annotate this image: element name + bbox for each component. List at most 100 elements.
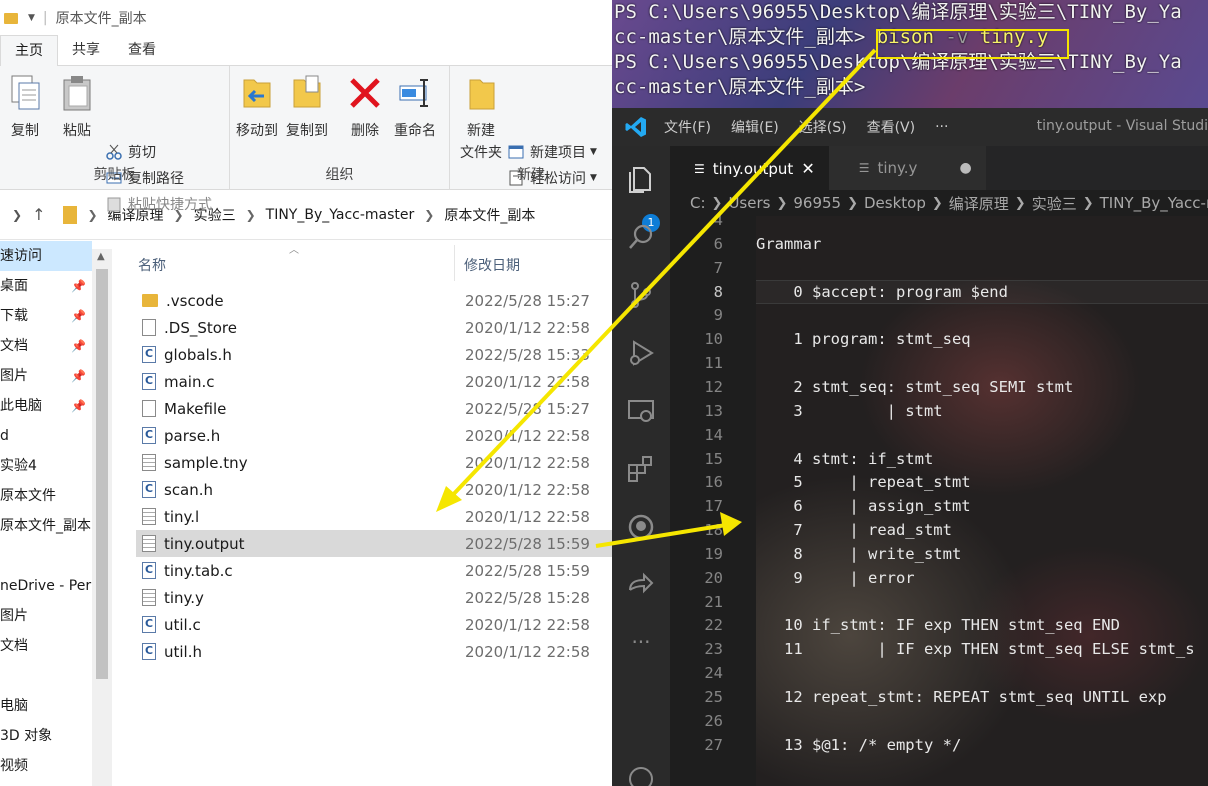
code-line[interactable]: 25 12 repeat_stmt: REPEAT stmt_seq UNTIL… xyxy=(670,685,1208,709)
code-line[interactable]: 24 xyxy=(670,661,1208,685)
tab-share[interactable]: 共享 xyxy=(58,35,114,65)
scrollbar-thumb[interactable] xyxy=(96,269,108,679)
code-line[interactable]: 22 10 if_stmt: IF exp THEN stmt_seq END xyxy=(670,613,1208,637)
column-divider[interactable] xyxy=(454,245,455,281)
code-line[interactable]: 18 7 | read_stmt xyxy=(670,518,1208,542)
chevron-right-icon[interactable]: ❯ xyxy=(12,208,22,222)
code-line[interactable]: 8 0 $accept: program $end xyxy=(670,280,1208,304)
pin-icon[interactable]: 📌 xyxy=(71,271,86,301)
nav-item[interactable]: 文档 xyxy=(0,631,92,661)
nav-item[interactable]: 3D 对象 xyxy=(0,721,92,751)
move-to-button[interactable]: 移动到 xyxy=(236,74,278,140)
code-line[interactable]: 26 xyxy=(670,709,1208,733)
up-arrow-icon[interactable]: ↑ xyxy=(32,205,45,224)
file-row[interactable]: .vscode 2022/5/28 15:27 xyxy=(136,287,612,314)
nav-item[interactable]: 实验4 xyxy=(0,451,92,481)
column-name[interactable]: 名称 xyxy=(138,255,166,275)
account-icon[interactable] xyxy=(626,764,656,786)
delete-button[interactable]: 删除 xyxy=(348,74,382,140)
nav-item[interactable] xyxy=(0,661,92,691)
file-row[interactable]: globals.h 2022/5/28 15:33 xyxy=(136,341,612,368)
remote-explorer-icon[interactable] xyxy=(626,396,656,426)
pin-icon[interactable]: 📌 xyxy=(71,361,86,391)
nav-item[interactable]: neDrive - Per xyxy=(0,571,92,601)
file-row[interactable]: parse.h 2020/1/12 22:58 xyxy=(136,422,612,449)
file-row[interactable]: tiny.tab.c 2022/5/28 15:59 xyxy=(136,557,612,584)
rename-button[interactable]: 重命名 xyxy=(394,74,436,140)
tab-view[interactable]: 查看 xyxy=(114,35,170,65)
code-line[interactable]: 16 5 | repeat_stmt xyxy=(670,470,1208,494)
nav-scrollbar[interactable]: ▲ xyxy=(92,249,112,786)
code-line[interactable]: 13 3 | stmt xyxy=(670,399,1208,423)
paste-shortcut-button[interactable]: 粘贴快捷方式 xyxy=(106,192,212,216)
code-line[interactable]: 6 Grammar xyxy=(670,232,1208,256)
code-line[interactable]: 19 8 | write_stmt xyxy=(670,542,1208,566)
menu-view[interactable]: 查看(V) xyxy=(867,117,916,137)
nav-item[interactable]: 图片 xyxy=(0,601,92,631)
nav-item[interactable]: 图片 xyxy=(0,781,92,786)
nav-item[interactable]: 此电脑 📌 xyxy=(0,391,92,421)
code-editor[interactable]: 4 6 Grammar 7 8 0 $accept: program $end 9 10 1… xyxy=(670,211,1208,786)
tab-tiny-y[interactable]: ☰ tiny.y ● xyxy=(828,146,986,190)
code-line[interactable]: 17 6 | assign_stmt xyxy=(670,494,1208,518)
code-line[interactable]: 27 13 $@1: /* empty */ xyxy=(670,733,1208,757)
nav-item[interactable]: 速访问 xyxy=(0,241,92,271)
code-line[interactable]: 9 xyxy=(670,303,1208,327)
unsaved-dot-icon[interactable]: ● xyxy=(959,160,971,176)
tab-tiny-output[interactable]: ☰ tiny.output ✕ xyxy=(670,146,829,190)
code-line[interactable]: 23 11 | IF exp THEN stmt_seq ELSE stmt_s xyxy=(670,637,1208,661)
nav-item[interactable]: 图片 📌 xyxy=(0,361,92,391)
github-icon[interactable] xyxy=(626,512,656,542)
code-line[interactable]: 15 4 stmt: if_stmt xyxy=(670,447,1208,471)
menu-edit[interactable]: 编辑(E) xyxy=(731,117,779,137)
code-line[interactable]: 12 2 stmt_seq: stmt_seq SEMI stmt xyxy=(670,375,1208,399)
nav-item[interactable]: 桌面 📌 xyxy=(0,271,92,301)
file-row[interactable]: util.c 2020/1/12 22:58 xyxy=(136,611,612,638)
nav-item[interactable]: 视频 xyxy=(0,751,92,781)
file-row[interactable]: scan.h 2020/1/12 22:58 xyxy=(136,476,612,503)
file-row[interactable]: util.h 2020/1/12 22:58 xyxy=(136,638,612,665)
source-control-icon[interactable] xyxy=(626,280,656,310)
file-row[interactable]: tiny.l 2020/1/12 22:58 xyxy=(136,503,612,530)
copy-to-button[interactable]: 复制到 xyxy=(286,74,328,140)
menu-more[interactable]: ··· xyxy=(935,119,948,135)
extensions-icon[interactable] xyxy=(626,454,656,484)
pin-icon[interactable]: 📌 xyxy=(71,391,86,421)
new-item-button[interactable]: 新建项目 ▼ xyxy=(508,140,597,164)
file-row[interactable]: main.c 2020/1/12 22:58 xyxy=(136,368,612,395)
nav-item[interactable]: 电脑 xyxy=(0,691,92,721)
copy-button[interactable]: 复制 xyxy=(8,74,42,140)
code-line[interactable]: 21 xyxy=(670,590,1208,614)
nav-item[interactable]: 下载 📌 xyxy=(0,301,92,331)
code-line[interactable]: 4 xyxy=(670,208,1208,232)
breadcrumb-item[interactable]: TINY_By_Yacc-master xyxy=(266,207,415,223)
code-line[interactable]: 10 1 program: stmt_seq xyxy=(670,327,1208,351)
close-icon[interactable]: ✕ xyxy=(801,159,814,178)
live-share-icon[interactable] xyxy=(626,570,656,600)
nav-item[interactable]: 原本文件 xyxy=(0,481,92,511)
new-folder-button[interactable]: 新建 文件夹 xyxy=(460,74,502,162)
nav-item[interactable]: 原本文件_副本 xyxy=(0,511,92,541)
address-bar[interactable]: ❯ ↑ ❯ 编译原理 ❯ 实验三 ❯ TINY_By_Yacc-master ❯… xyxy=(0,190,612,240)
nav-item[interactable] xyxy=(0,541,92,571)
code-line[interactable]: 20 9 | error xyxy=(670,566,1208,590)
paste-button[interactable]: 粘贴 xyxy=(60,74,94,140)
code-line[interactable]: 7 xyxy=(670,256,1208,280)
breadcrumb-item[interactable]: 原本文件_副本 xyxy=(444,205,535,225)
nav-item[interactable]: d xyxy=(0,421,92,451)
more-icon[interactable]: ··· xyxy=(626,630,656,660)
cut-button[interactable]: 剪切 xyxy=(106,140,156,164)
pin-icon[interactable]: 📌 xyxy=(71,331,86,361)
file-row[interactable]: Makefile 2022/5/28 15:27 xyxy=(136,395,612,422)
quick-access-dropdown-icon[interactable]: ▼ xyxy=(28,13,35,23)
file-row[interactable]: tiny.output 2022/5/28 15:59 xyxy=(136,530,612,557)
explorer-files-icon[interactable] xyxy=(626,164,656,194)
code-line[interactable]: 14 xyxy=(670,423,1208,447)
menu-file[interactable]: 文件(F) xyxy=(664,117,711,137)
column-date[interactable]: 修改日期 xyxy=(464,255,520,275)
run-debug-icon[interactable] xyxy=(626,338,656,368)
file-row[interactable]: sample.tny 2020/1/12 22:58 xyxy=(136,449,612,476)
file-row[interactable]: .DS_Store 2020/1/12 22:58 xyxy=(136,314,612,341)
scroll-up-icon[interactable]: ▲ xyxy=(97,251,105,262)
menu-selection[interactable]: 选择(S) xyxy=(799,117,847,137)
